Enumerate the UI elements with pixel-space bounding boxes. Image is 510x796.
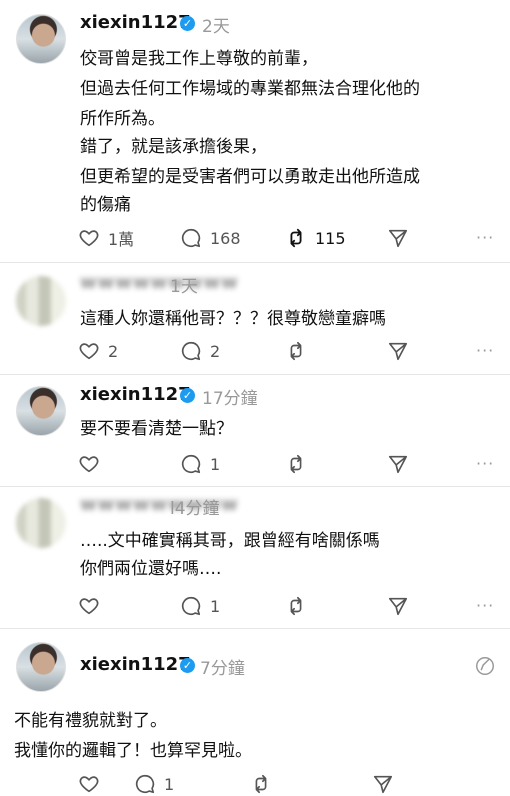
- repost-icon: [255, 774, 267, 794]
- username[interactable]: wwwwwwwww: [80, 272, 239, 293]
- post-text-line: 我懂你的邏輯了！也算罕見啦。: [14, 741, 252, 761]
- share-button[interactable]: [387, 452, 409, 476]
- heart-icon: [79, 343, 99, 360]
- repost-icon: [290, 228, 302, 248]
- like-button[interactable]: [78, 594, 100, 618]
- username[interactable]: xiexin1127: [80, 384, 191, 405]
- comment-count: 168: [210, 228, 241, 248]
- like-count: 1萬: [108, 230, 135, 249]
- repost-icon: [290, 341, 302, 361]
- share-button[interactable]: [387, 339, 409, 363]
- heart-icon: [79, 598, 99, 615]
- comment-button[interactable]: 168: [180, 226, 241, 250]
- post-time: 17分鐘: [202, 389, 258, 409]
- share-button[interactable]: [387, 226, 409, 250]
- like-count: 2: [108, 341, 119, 361]
- more-options-icon[interactable]: ···: [476, 454, 494, 473]
- comment-bubble-icon: [181, 341, 201, 361]
- post-text-line: 這種人妳還稱他哥？？？很尊敬戀童癖嗎: [80, 309, 386, 329]
- edit-button[interactable]: [474, 654, 496, 678]
- post-text-line: …..文中確實稱其哥，跟曾經有啥關係嗎: [80, 531, 380, 551]
- like-button[interactable]: [78, 772, 100, 796]
- comment-bubble-icon: [181, 596, 201, 616]
- repost-button[interactable]: [285, 594, 307, 618]
- post-time: 1天: [170, 277, 198, 297]
- comment-button[interactable]: 1: [180, 594, 220, 618]
- avatar[interactable]: [16, 498, 66, 548]
- post-time: 7分鐘: [200, 659, 245, 679]
- post-text-line: 要不要看清楚一點？: [80, 419, 233, 439]
- repost-button[interactable]: [285, 452, 307, 476]
- repost-count: 115: [315, 228, 346, 248]
- more-options-icon[interactable]: ···: [476, 596, 494, 615]
- post-5: xiexin1127 ✓ 7分鐘 不能有禮貌就對了。 我懂你的邏輯了！也算罕見啦…: [0, 628, 510, 794]
- verified-icon: ✓: [180, 16, 195, 31]
- like-button[interactable]: [78, 452, 100, 476]
- comment-bubble-icon: [181, 228, 201, 248]
- avatar[interactable]: [16, 14, 66, 64]
- post-2: wwwwwwwww 1天 這種人妳還稱他哥？？？很尊敬戀童癖嗎 2 2 ···: [0, 262, 510, 374]
- comment-count: 1: [210, 596, 221, 616]
- avatar[interactable]: [16, 386, 66, 436]
- post-1: xiexin1127 ✓ 2天 佼哥曾是我工作上尊敬的前輩， 但過去任何工作場域…: [0, 0, 510, 262]
- repost-button[interactable]: [250, 772, 272, 796]
- post-text-line: 所作所為。: [80, 109, 165, 129]
- comment-button[interactable]: 1: [134, 772, 174, 796]
- comment-button[interactable]: 2: [180, 339, 220, 363]
- repost-icon: [290, 454, 302, 474]
- repost-button[interactable]: [285, 339, 307, 363]
- edit-icon: [476, 657, 494, 675]
- send-icon: [388, 342, 408, 361]
- more-options-icon[interactable]: ···: [476, 341, 494, 360]
- post-text-line: 但更希望的是受害者們可以勇敢走出他所造成: [80, 167, 420, 187]
- username[interactable]: xiexin1127: [80, 654, 191, 675]
- send-icon: [373, 775, 393, 794]
- post-4: wwwwwwwww l4分鐘 …..文中確實稱其哥，跟曾經有啥關係嗎 你們兩位還…: [0, 486, 510, 626]
- comment-count: 1: [210, 454, 221, 474]
- send-icon: [388, 229, 408, 248]
- heart-icon: [79, 230, 99, 247]
- comment-bubble-icon: [181, 454, 201, 474]
- like-button[interactable]: 1萬: [78, 226, 134, 250]
- post-text-line: 但過去任何工作場域的專業都無法合理化他的: [80, 79, 420, 99]
- post-text-line: 佼哥曾是我工作上尊敬的前輩，: [80, 49, 318, 69]
- comment-count: 1: [164, 774, 175, 794]
- more-options-icon[interactable]: ···: [476, 228, 494, 247]
- avatar[interactable]: [16, 642, 66, 692]
- repost-button[interactable]: 115: [285, 226, 346, 250]
- comment-button[interactable]: 1: [180, 452, 220, 476]
- repost-icon: [290, 596, 302, 616]
- verified-icon: ✓: [180, 658, 195, 673]
- verified-icon: ✓: [180, 388, 195, 403]
- heart-icon: [79, 776, 99, 793]
- like-button[interactable]: 2: [78, 339, 118, 363]
- post-text-line: 的傷痛: [80, 195, 131, 215]
- post-time: l4分鐘: [170, 499, 220, 519]
- send-icon: [388, 597, 408, 616]
- post-3: xiexin1127 ✓ 17分鐘 要不要看清楚一點？ 1 ···: [0, 374, 510, 486]
- avatar[interactable]: [16, 276, 66, 326]
- post-text-line: 不能有禮貌就對了。: [14, 711, 167, 731]
- send-icon: [388, 455, 408, 474]
- post-text-line: 錯了，就是該承擔後果，: [80, 137, 267, 157]
- post-time: 2天: [202, 17, 230, 37]
- heart-icon: [79, 456, 99, 473]
- post-text-line: 你們兩位還好嗎….: [80, 559, 222, 579]
- comment-count: 2: [210, 341, 221, 361]
- username[interactable]: xiexin1127: [80, 12, 191, 33]
- share-button[interactable]: [372, 772, 394, 796]
- comment-bubble-icon: [135, 774, 155, 794]
- share-button[interactable]: [387, 594, 409, 618]
